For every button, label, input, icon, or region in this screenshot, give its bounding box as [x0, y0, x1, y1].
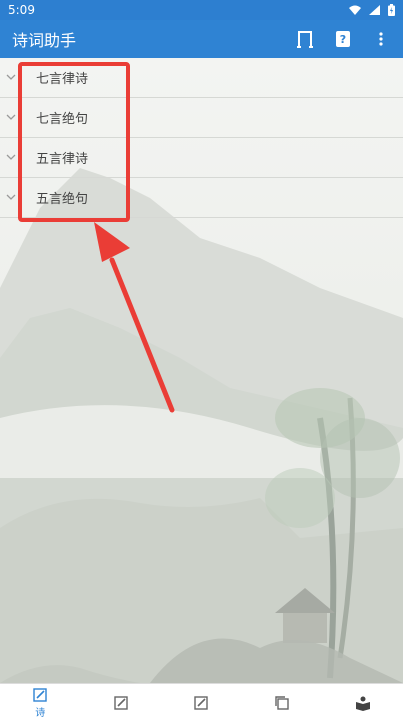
nav-item-poem[interactable]: 诗	[10, 687, 70, 719]
copy-pages-icon	[275, 695, 289, 710]
bottom-nav: 诗	[0, 683, 403, 721]
category-item-wuyan-jueju[interactable]: 五言绝句	[0, 178, 403, 218]
category-item-wuyan-lvshi[interactable]: 五言律诗	[0, 138, 403, 178]
annotation-arrow	[94, 222, 175, 413]
nav-item-compose[interactable]	[91, 695, 151, 711]
nav-item-reader[interactable]	[333, 695, 393, 711]
chevron-down-icon	[6, 194, 16, 200]
category-label: 七言律诗	[36, 72, 89, 87]
category-item-qiyan-jueju[interactable]: 七言绝句	[0, 98, 403, 138]
help-book-icon: ?	[336, 31, 350, 47]
music-button[interactable]	[295, 29, 315, 49]
reader-book-icon	[355, 696, 370, 711]
battery-icon	[388, 4, 395, 16]
app-bar: 诗词助手 ?	[0, 20, 403, 58]
chevron-down-icon	[6, 74, 16, 80]
help-button[interactable]: ?	[333, 29, 353, 49]
category-label: 五言律诗	[36, 152, 89, 167]
wifi-icon	[349, 5, 361, 15]
signal-icon	[369, 5, 380, 15]
status-bar: 5:09	[0, 0, 403, 20]
music-note-icon	[297, 31, 313, 48]
category-label: 七言绝句	[36, 112, 89, 127]
category-label: 五言绝句	[36, 192, 89, 207]
nav-item-collection[interactable]	[252, 695, 312, 711]
status-time: 5:09	[8, 3, 35, 17]
compose-icon	[114, 695, 128, 710]
status-icons	[349, 4, 395, 16]
svg-text:?: ?	[340, 33, 346, 46]
more-vert-icon	[379, 32, 383, 46]
more-options-button[interactable]	[371, 29, 391, 49]
chevron-down-icon	[6, 154, 16, 160]
app-title: 诗词助手	[12, 31, 77, 50]
edit-icon	[194, 695, 209, 710]
content-area: 七言律诗 七言绝句 五言律诗 五言绝句	[0, 58, 403, 683]
app-actions: ?	[295, 29, 391, 49]
poem-pen-icon	[33, 687, 47, 702]
category-item-qiyan-lvshi[interactable]: 七言律诗	[0, 58, 403, 98]
nav-label-poem: 诗	[35, 707, 46, 719]
poem-category-list: 七言律诗 七言绝句 五言律诗 五言绝句	[0, 58, 403, 218]
nav-item-edit[interactable]	[171, 695, 231, 711]
chevron-down-icon	[6, 114, 16, 120]
